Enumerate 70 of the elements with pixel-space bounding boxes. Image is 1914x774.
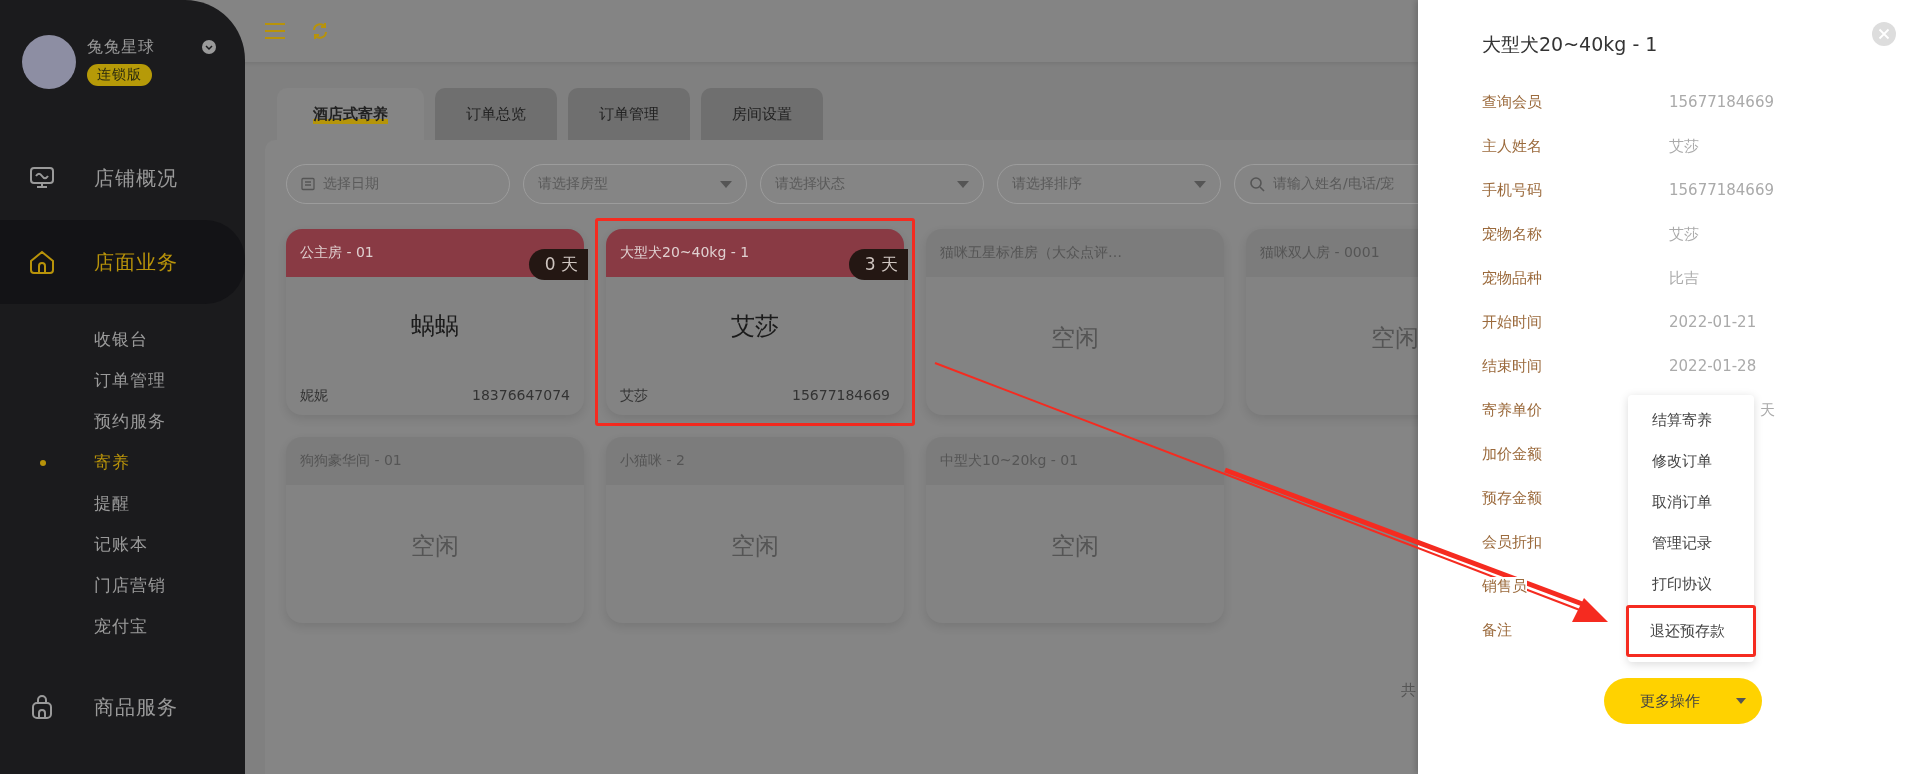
submenu-item[interactable]: 寄养 bbox=[0, 442, 245, 483]
caret-down-icon bbox=[1194, 180, 1206, 188]
submenu-item[interactable]: 预约服务 bbox=[0, 401, 245, 442]
field-label: 宠物品种 bbox=[1482, 268, 1542, 288]
chevron-down-icon[interactable] bbox=[201, 39, 217, 55]
caret-down-icon bbox=[1736, 698, 1746, 704]
room-name: 公主房 - 01 bbox=[300, 244, 374, 262]
calendar-icon bbox=[301, 177, 315, 191]
nav-item[interactable]: 店铺概况 bbox=[0, 136, 245, 220]
caret-down-icon bbox=[720, 180, 732, 188]
owner-name: 艾莎 bbox=[620, 387, 648, 405]
edition-badge: 连锁版 bbox=[87, 64, 152, 86]
owner-name: 妮妮 bbox=[300, 387, 328, 405]
field-label: 开始时间 bbox=[1482, 312, 1542, 332]
monitor-icon bbox=[29, 166, 55, 190]
submenu-item[interactable]: 收银台 bbox=[0, 319, 245, 360]
pet-name: 蜗蜗 bbox=[410, 311, 460, 342]
field-label: 销售员 bbox=[1482, 576, 1527, 596]
close-icon[interactable] bbox=[1872, 22, 1896, 46]
field-value: 比吉 bbox=[1669, 268, 1699, 288]
house-icon bbox=[28, 249, 56, 275]
tab[interactable]: 房间设置 bbox=[701, 88, 823, 140]
search-icon bbox=[1249, 176, 1265, 192]
field-value: 天 bbox=[1760, 400, 1775, 420]
drawer-title: 大型犬20~40kg - 1 bbox=[1482, 32, 1658, 57]
field-value: 15677184669 bbox=[1669, 181, 1774, 199]
submenu-item[interactable]: 提醒 bbox=[0, 483, 245, 524]
field-label: 备注 bbox=[1482, 620, 1512, 640]
refresh-icon[interactable] bbox=[311, 22, 329, 40]
menu-item[interactable]: 结算寄养 bbox=[1628, 400, 1754, 441]
field-label: 加价金额 bbox=[1482, 444, 1542, 464]
caret-down-icon bbox=[957, 180, 969, 188]
submenu-item[interactable]: 门店营销 bbox=[0, 565, 245, 606]
store-name: 兔兔星球 bbox=[87, 37, 155, 58]
store-avatar bbox=[22, 35, 76, 89]
menu-item[interactable]: 退还预存款 bbox=[1626, 605, 1756, 657]
field-label: 寄养单价 bbox=[1482, 400, 1542, 420]
menu-item[interactable]: 取消订单 bbox=[1628, 482, 1754, 523]
field-value: 艾莎 bbox=[1669, 136, 1699, 156]
nav-item[interactable]: 商品服务 bbox=[0, 665, 245, 749]
menu-item[interactable]: 管理记录 bbox=[1628, 523, 1754, 564]
menu-icon[interactable] bbox=[265, 23, 285, 39]
field-value: 艾莎 bbox=[1669, 224, 1699, 244]
field-label: 主人姓名 bbox=[1482, 136, 1542, 156]
field-value: 2022-01-28 bbox=[1669, 357, 1757, 375]
tab[interactable]: 订单管理 bbox=[568, 88, 690, 140]
days-badge: 3 天 bbox=[848, 249, 908, 280]
field-value: 15677184669 bbox=[1669, 93, 1774, 111]
phone-number: 18376647074 bbox=[472, 387, 570, 405]
submenu-item[interactable]: 宠付宝 bbox=[0, 606, 245, 647]
field-label: 宠物名称 bbox=[1482, 224, 1542, 244]
more-actions-button[interactable]: 更多操作 bbox=[1604, 678, 1762, 724]
menu-item[interactable]: 打印协议 bbox=[1628, 564, 1754, 605]
field-label: 查询会员 bbox=[1482, 92, 1542, 112]
pet-name: 艾莎 bbox=[730, 311, 780, 342]
field-label: 会员折扣 bbox=[1482, 532, 1542, 552]
phone-number: 15677184669 bbox=[792, 387, 890, 405]
room-name: 大型犬20~40kg - 1 bbox=[620, 244, 750, 262]
bag-icon bbox=[30, 694, 54, 720]
submenu-item[interactable]: 订单管理 bbox=[0, 360, 245, 401]
field-label: 手机号码 bbox=[1482, 180, 1542, 200]
field-label: 结束时间 bbox=[1482, 356, 1542, 376]
menu-item[interactable]: 修改订单 bbox=[1628, 441, 1754, 482]
field-value: 2022-01-21 bbox=[1669, 313, 1757, 331]
field-label: 预存金额 bbox=[1482, 488, 1542, 508]
submenu-item[interactable]: 记账本 bbox=[0, 524, 245, 565]
tab[interactable]: 酒店式寄养 bbox=[277, 88, 424, 140]
days-badge: 0 天 bbox=[528, 249, 588, 280]
nav-item[interactable]: 店面业务 bbox=[0, 220, 245, 304]
tab[interactable]: 订单总览 bbox=[435, 88, 557, 140]
